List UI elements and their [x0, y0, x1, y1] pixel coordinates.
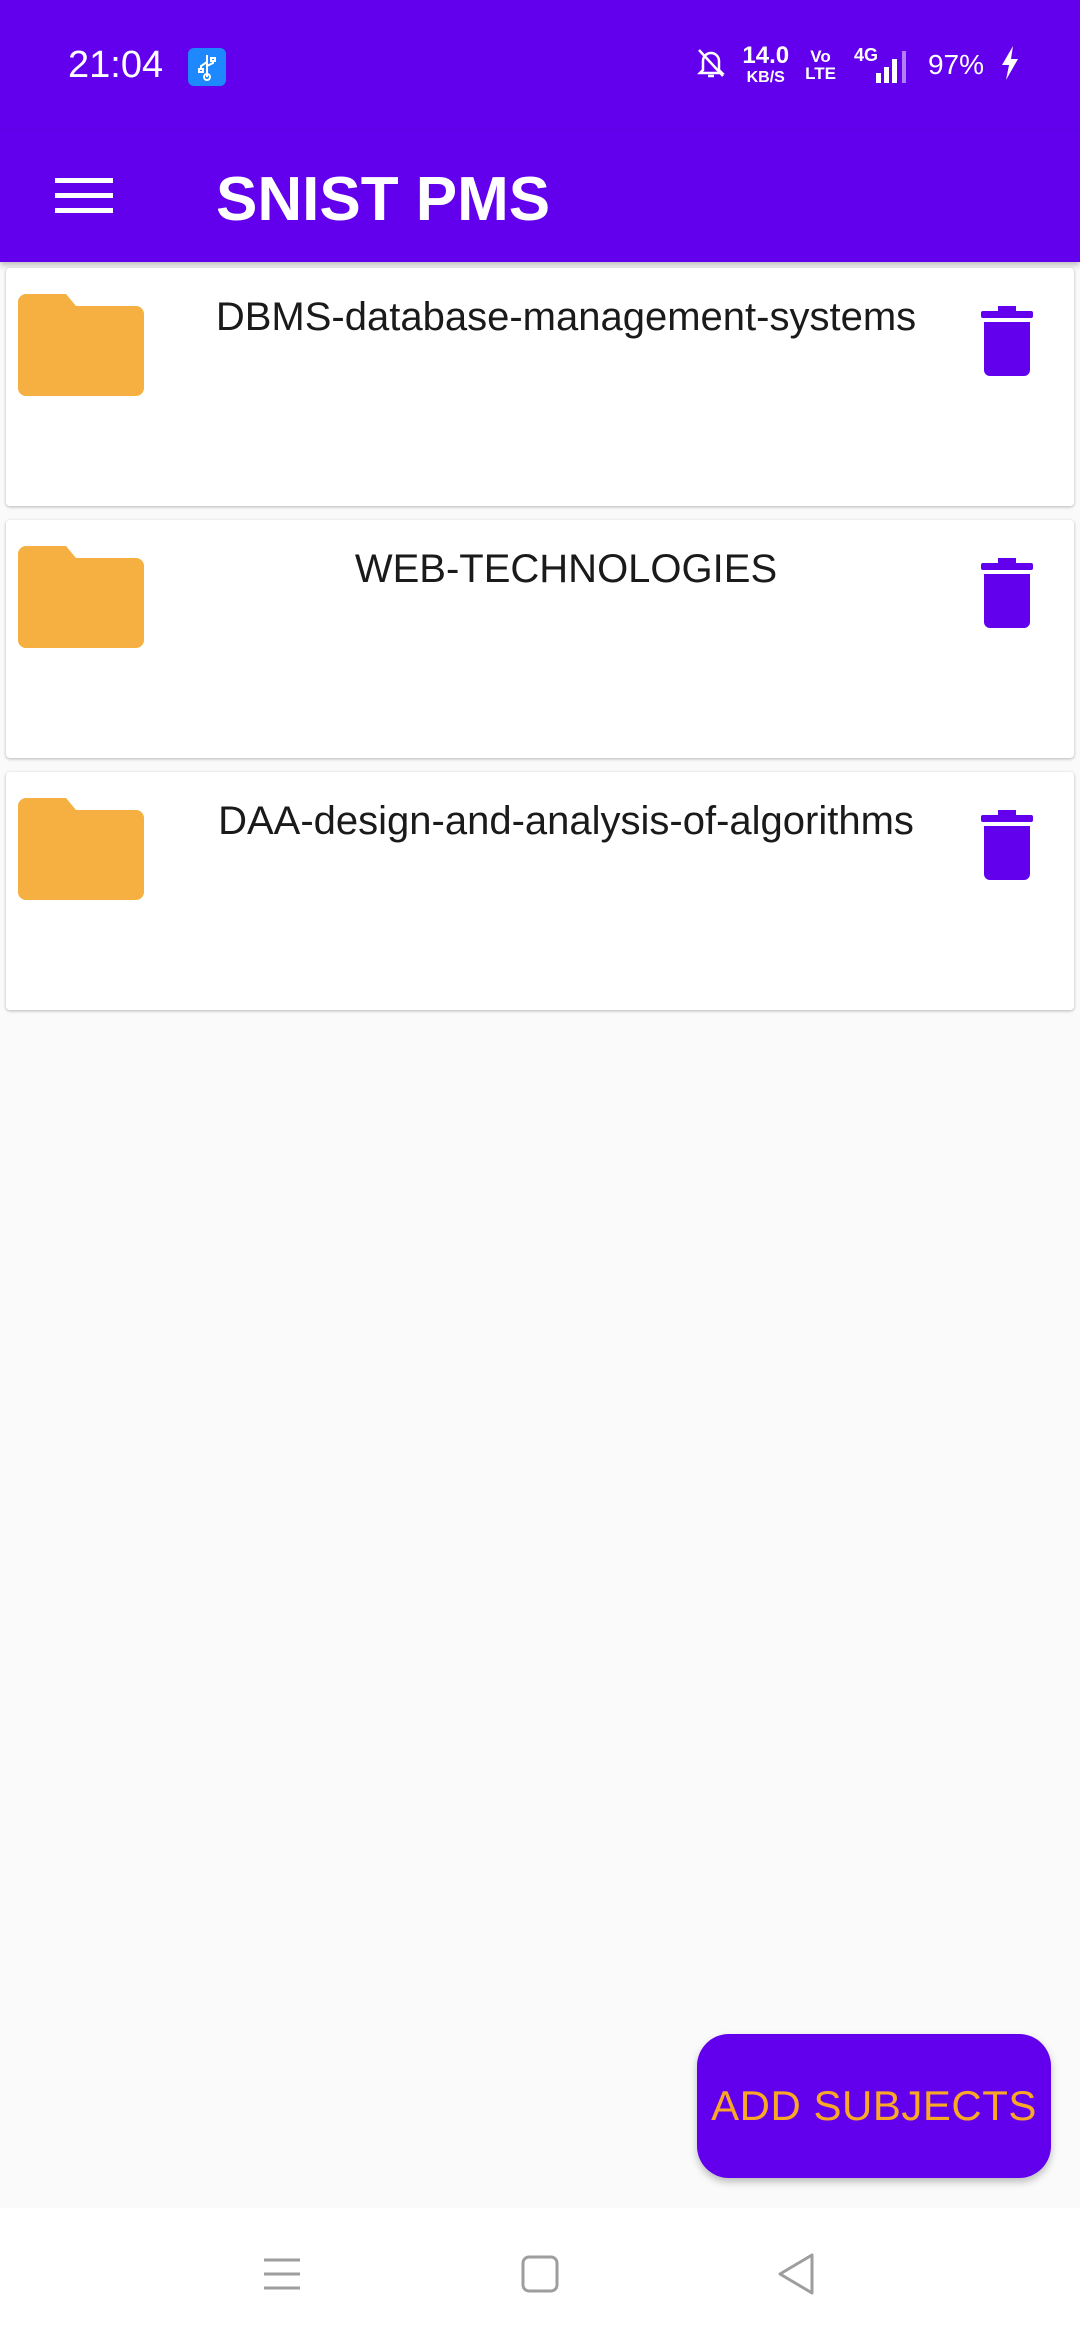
- subject-name: WEB-TECHNOLOGIES: [354, 547, 778, 591]
- bell-off-icon: [696, 47, 726, 84]
- subject-list: DBMS-database-management-systems WEB-TEC…: [6, 268, 1074, 1024]
- volte-indicator: Vo LTE: [805, 48, 836, 82]
- charging-icon: [1000, 45, 1020, 86]
- volte-bottom: LTE: [805, 64, 836, 83]
- back-button[interactable]: [766, 2244, 826, 2304]
- subject-card[interactable]: WEB-TECHNOLOGIES: [6, 520, 1074, 758]
- recents-icon: [264, 2258, 300, 2290]
- volte-top: Vo: [810, 47, 831, 66]
- trash-icon: [981, 306, 1033, 376]
- back-icon: [778, 2253, 814, 2295]
- folder-icon: [18, 294, 144, 396]
- add-subjects-button[interactable]: ADD SUBJECTS: [697, 2034, 1051, 2178]
- delete-button[interactable]: [972, 806, 1042, 886]
- trash-icon: [981, 558, 1033, 628]
- signal-icon: 4G: [852, 45, 912, 85]
- battery-level: 97%: [927, 49, 984, 80]
- hamburger-icon: [55, 178, 113, 213]
- app-bar: SNIST PMS: [0, 130, 1080, 262]
- delete-button[interactable]: [972, 302, 1042, 382]
- subject-name: DAA-design-and-analysis-of-algorithms: [218, 799, 914, 843]
- status-time: 21:04: [68, 44, 164, 86]
- delete-button[interactable]: [972, 554, 1042, 634]
- subject-name: DBMS-database-management-systems: [215, 295, 917, 339]
- home-icon: [521, 2255, 559, 2293]
- net-speed-value: 14.0: [742, 42, 790, 69]
- folder-icon: [18, 798, 144, 900]
- status-bar: 21:04 14.0 KB/S Vo LTE 4G 97%: [0, 0, 1080, 130]
- system-nav-bar: [0, 2208, 1080, 2340]
- usb-icon: [188, 48, 226, 86]
- net-speed: 14.0 KB/S: [742, 44, 789, 86]
- home-button[interactable]: [510, 2244, 570, 2304]
- subject-card[interactable]: DAA-design-and-analysis-of-algorithms: [6, 772, 1074, 1010]
- subject-card[interactable]: DBMS-database-management-systems: [6, 268, 1074, 506]
- page-title: SNIST PMS: [216, 165, 551, 234]
- folder-icon: [18, 546, 144, 648]
- status-icons: 14.0 KB/S Vo LTE 4G 97%: [696, 40, 1020, 90]
- recents-button[interactable]: [252, 2244, 312, 2304]
- net-speed-unit: KB/S: [746, 69, 785, 86]
- menu-button[interactable]: [42, 164, 126, 228]
- trash-icon: [981, 810, 1033, 880]
- app-screen: 21:04 14.0 KB/S Vo LTE 4G 97% SNIST PMS …: [0, 0, 1080, 2340]
